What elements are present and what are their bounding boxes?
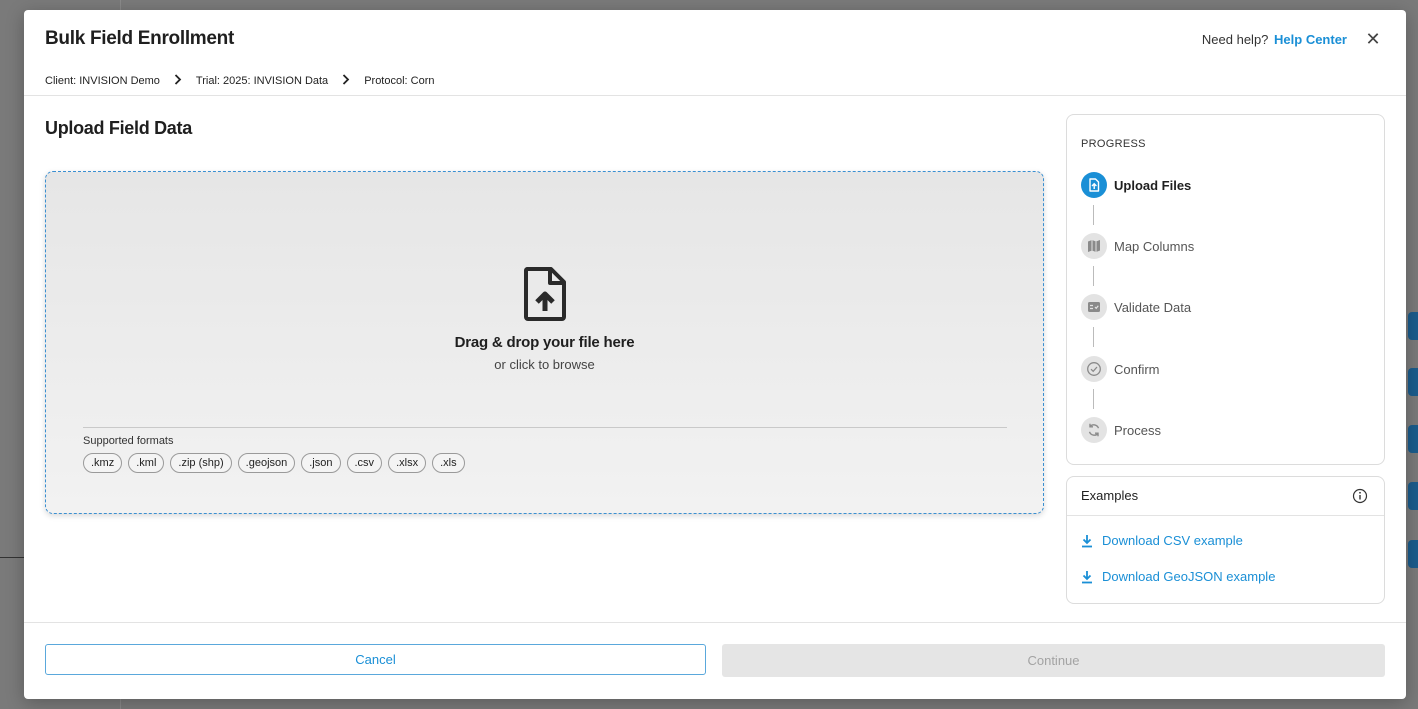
step-label: Process — [1114, 422, 1161, 438]
format-chip: .zip (shp) — [170, 453, 232, 473]
breadcrumb-protocol[interactable]: Protocol: Corn — [364, 75, 434, 87]
format-chip: .geojson — [237, 453, 296, 473]
step-label: Confirm — [1114, 361, 1160, 377]
refresh-icon — [1081, 417, 1107, 443]
step-label: Validate Data — [1114, 299, 1192, 315]
chevron-right-icon — [174, 73, 182, 88]
format-chip: .xlsx — [388, 453, 427, 473]
progress-step-map-columns: Map Columns — [1081, 233, 1194, 259]
close-icon[interactable]: ✕ — [1364, 30, 1382, 48]
cancel-button[interactable]: Cancel — [45, 644, 706, 675]
step-label: Upload Files — [1114, 177, 1192, 193]
info-icon[interactable] — [1352, 488, 1368, 504]
modal-footer: Cancel Continue — [24, 622, 1406, 699]
file-upload-icon — [1081, 172, 1107, 198]
progress-label: PROGRESS — [1081, 138, 1146, 150]
background-tab — [1408, 368, 1418, 396]
help-text: Need help? Help Center — [1202, 32, 1347, 47]
dropzone-title: Drag & drop your file here — [454, 334, 635, 351]
formats-label: Supported formats — [83, 435, 174, 447]
background-tab — [1408, 482, 1418, 510]
background-tab — [1408, 312, 1418, 340]
download-icon — [1082, 534, 1092, 547]
download-geojson-label: Download GeoJSON example — [1102, 569, 1276, 584]
download-csv-link[interactable]: Download CSV example — [1081, 533, 1243, 548]
map-icon — [1081, 233, 1107, 259]
checklist-icon — [1081, 294, 1107, 320]
format-chip: .xls — [432, 453, 465, 473]
progress-panel: PROGRESS Upload Files Map Columns Valida… — [1066, 114, 1385, 465]
dropzone-subtitle: or click to browse — [494, 357, 595, 372]
download-geojson-link[interactable]: Download GeoJSON example — [1081, 569, 1275, 584]
progress-step-process: Process — [1081, 417, 1161, 443]
background-tab — [1408, 425, 1418, 453]
format-chip: .csv — [346, 453, 383, 473]
step-label: Map Columns — [1114, 238, 1195, 254]
formats-list: .kmz .kml .zip (shp) .geojson .json .csv… — [83, 453, 465, 473]
download-csv-label: Download CSV example — [1102, 533, 1243, 548]
modal-header: Bulk Field Enrollment Need help? Help Ce… — [24, 10, 1406, 96]
step-connector — [1093, 327, 1094, 347]
format-chip: .json — [301, 453, 341, 473]
dropzone-divider — [83, 427, 1007, 428]
breadcrumb: Client: INVISION Demo Trial: 2025: INVIS… — [45, 73, 435, 88]
examples-panel: Examples Download CSV example Download G… — [1066, 476, 1385, 604]
breadcrumb-trial[interactable]: Trial: 2025: INVISION Data — [196, 75, 328, 87]
file-dropzone[interactable]: Drag & drop your file here or click to b… — [45, 171, 1044, 514]
progress-step-validate-data: Validate Data — [1081, 294, 1191, 320]
chevron-right-icon — [342, 73, 350, 88]
examples-title: Examples — [1081, 488, 1139, 503]
file-upload-icon — [524, 267, 566, 321]
help-prefix: Need help? — [1201, 32, 1269, 47]
download-icon — [1082, 570, 1092, 583]
breadcrumb-client[interactable]: Client: INVISION Demo — [45, 75, 160, 87]
continue-button[interactable]: Continue — [722, 644, 1385, 677]
progress-step-upload-files: Upload Files — [1081, 172, 1191, 198]
format-chip: .kml — [128, 453, 165, 473]
step-connector — [1093, 266, 1094, 286]
bulk-enrollment-modal: Bulk Field Enrollment Need help? Help Ce… — [24, 10, 1406, 699]
section-title: Upload Field Data — [45, 118, 192, 138]
modal-title: Bulk Field Enrollment — [45, 28, 234, 49]
step-connector — [1093, 205, 1094, 225]
check-circle-icon — [1081, 356, 1107, 382]
format-chip: .kmz — [83, 453, 123, 473]
progress-step-confirm: Confirm — [1081, 356, 1160, 382]
examples-header: Examples — [1067, 477, 1384, 516]
background-tab — [1408, 540, 1418, 568]
step-connector — [1093, 389, 1094, 409]
help-center-link[interactable]: Help Center — [1274, 32, 1347, 47]
